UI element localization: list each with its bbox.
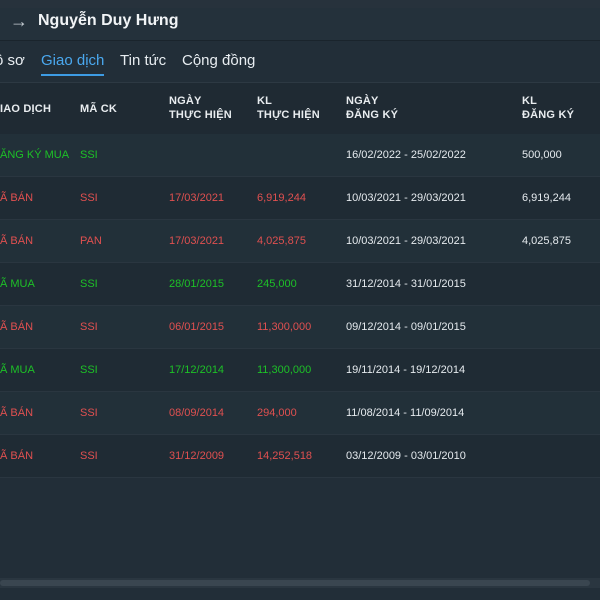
col-header-line: THỰC HIỆN xyxy=(169,109,232,121)
register-volume: 4,025,875 xyxy=(522,235,571,247)
table-row[interactable]: Ã MUA SSI 17/12/2014 11,300,000 19/11/20… xyxy=(0,349,600,392)
col-header-reg-volume[interactable]: KL ĐĂNG KÝ xyxy=(522,94,574,122)
exec-date: 17/03/2021 xyxy=(169,235,225,247)
register-date-range: 16/02/2022 - 25/02/2022 xyxy=(346,149,466,161)
register-date-range: 10/03/2021 - 29/03/2021 xyxy=(346,235,466,247)
exec-volume: 245,000 xyxy=(257,278,297,290)
col-header-exec-volume[interactable]: KL THỰC HIỆN xyxy=(257,94,320,122)
table-row[interactable]: Ã BÁN SSI 31/12/2009 14,252,518 03/12/20… xyxy=(0,435,600,478)
table-header: IAO DỊCH MÃ CK NGÀY THỰC HIỆN KL THỰC HI… xyxy=(0,82,600,136)
register-date-range: 10/03/2021 - 29/03/2021 xyxy=(346,192,466,204)
tab-profile[interactable]: ồ sơ xyxy=(0,52,25,69)
col-header-line: NGÀY xyxy=(346,95,379,107)
stock-symbol[interactable]: SSI xyxy=(80,406,98,420)
tab-transactions[interactable]: Giao dịch xyxy=(41,52,105,76)
exec-date: 31/12/2009 xyxy=(169,450,225,462)
table-row[interactable]: ĂNG KÝ MUA SSI 16/02/2022 - 25/02/2022 5… xyxy=(0,134,600,177)
exec-volume: 6,919,244 xyxy=(257,192,306,204)
tab-label: Tin tức xyxy=(120,52,167,69)
register-date-range: 19/11/2014 - 19/12/2014 xyxy=(346,364,466,376)
col-header-line: THỰC HIỆN xyxy=(257,109,320,121)
register-date-range: 11/08/2014 - 11/09/2014 xyxy=(346,407,465,419)
exec-volume: 11,300,000 xyxy=(257,321,312,333)
col-header-line: KL xyxy=(522,95,538,107)
col-header-line: ĐĂNG KÝ xyxy=(522,109,575,121)
arrow-right-icon[interactable]: → xyxy=(9,11,29,31)
col-header-line: NGÀY xyxy=(169,95,202,107)
stock-symbol[interactable]: SSI xyxy=(80,277,98,291)
transaction-type: Ã BÁN xyxy=(0,407,34,419)
exec-date: 28/01/2015 xyxy=(169,278,225,290)
table-row[interactable]: Ã BÁN SSI 06/01/2015 11,300,000 09/12/20… xyxy=(0,306,600,349)
register-date-range: 09/12/2014 - 09/01/2015 xyxy=(346,321,466,333)
stock-symbol[interactable]: SSI xyxy=(80,449,98,463)
tab-news[interactable]: Tin tức xyxy=(120,52,166,69)
tab-label: Cộng đồng xyxy=(182,52,256,69)
transaction-type: Ã MUA xyxy=(0,278,35,290)
col-header-line: KL xyxy=(257,95,273,107)
register-volume: 500,000 xyxy=(522,149,562,161)
person-name-title: Nguyễn Duy Hưng xyxy=(38,12,179,29)
register-date-range: 31/12/2014 - 31/01/2015 xyxy=(346,278,466,290)
stock-symbol[interactable]: SSI xyxy=(80,148,98,162)
col-header-line: ĐĂNG KÝ xyxy=(346,109,399,121)
stock-symbol[interactable]: SSI xyxy=(80,320,98,334)
table-row[interactable]: Ã BÁN PAN 17/03/2021 4,025,875 10/03/202… xyxy=(0,220,600,263)
exec-volume: 4,025,875 xyxy=(257,235,306,247)
register-volume: 6,919,244 xyxy=(522,192,571,204)
active-tab-indicator xyxy=(41,74,105,76)
exec-date: 17/03/2021 xyxy=(169,192,225,204)
exec-date: 17/12/2014 xyxy=(169,364,225,376)
tab-bar: ồ sơ Giao dịch Tin tức Cộng đồng xyxy=(0,52,600,78)
panel-header: → Nguyễn Duy Hưng xyxy=(0,8,600,41)
exec-date: 08/09/2014 xyxy=(169,407,225,419)
exec-volume: 14,252,518 xyxy=(257,450,313,462)
browser-strip xyxy=(0,0,600,8)
stock-symbol[interactable]: SSI xyxy=(80,191,98,205)
tab-label: Giao dịch xyxy=(41,52,105,69)
col-header-reg-date[interactable]: NGÀY ĐĂNG KÝ xyxy=(346,94,398,122)
transaction-type: Ã MUA xyxy=(0,364,35,376)
scrollbar-thumb[interactable] xyxy=(0,580,590,586)
table-row[interactable]: Ã BÁN SSI 08/09/2014 294,000 11/08/2014 … xyxy=(0,392,600,435)
exec-volume: 294,000 xyxy=(257,407,297,419)
tab-community[interactable]: Cộng đồng xyxy=(182,52,255,69)
transaction-type: Ã BÁN xyxy=(0,450,34,462)
stock-symbol[interactable]: PAN xyxy=(80,234,102,248)
tab-label: ồ sơ xyxy=(0,52,25,69)
table-row[interactable]: Ã BÁN SSI 17/03/2021 6,919,244 10/03/202… xyxy=(0,177,600,220)
transaction-type: Ã BÁN xyxy=(0,321,34,333)
col-header-type[interactable]: IAO DỊCH xyxy=(0,102,51,116)
exec-date: 06/01/2015 xyxy=(169,321,225,333)
table-row[interactable]: Ã MUA SSI 28/01/2015 245,000 31/12/2014 … xyxy=(0,263,600,306)
stock-symbol[interactable]: SSI xyxy=(80,363,98,377)
transaction-type: Ã BÁN xyxy=(0,192,34,204)
col-header-exec-date[interactable]: NGÀY THỰC HIỆN xyxy=(169,94,232,122)
transaction-type: Ã BÁN xyxy=(0,235,34,247)
transaction-type: ĂNG KÝ MUA xyxy=(0,149,70,161)
exec-volume: 11,300,000 xyxy=(257,364,312,376)
col-header-symbol[interactable]: MÃ CK xyxy=(80,102,117,116)
insider-panel: → Nguyễn Duy Hưng ồ sơ Giao dịch Tin tức… xyxy=(0,8,600,600)
register-date-range: 03/12/2009 - 03/01/2010 xyxy=(346,450,466,462)
horizontal-scrollbar[interactable] xyxy=(0,578,600,588)
